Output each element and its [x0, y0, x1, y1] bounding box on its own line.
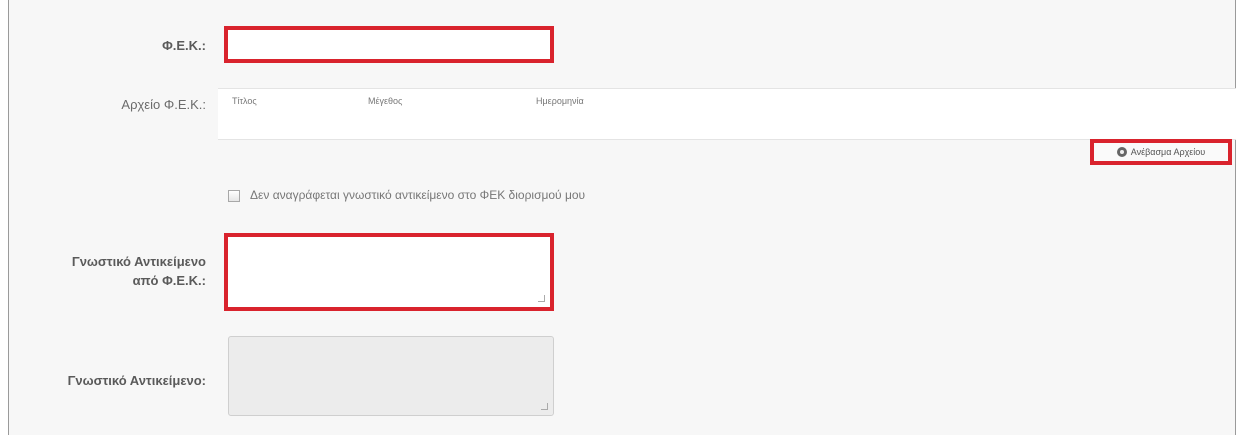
knowledge-textarea-disabled: [228, 336, 554, 416]
resize-handle-icon[interactable]: [538, 295, 545, 302]
column-header-date: Ημερομηνία: [536, 96, 584, 106]
knowledge-from-fek-textarea[interactable]: [224, 233, 554, 311]
fek-input[interactable]: [224, 26, 554, 63]
column-header-title: Τίτλος: [232, 96, 257, 106]
fek-files-table: Τίτλος Μέγεθος Ημερομηνία Ανέβασμα Αρχεί…: [218, 88, 1236, 165]
form-container: [8, 0, 1236, 435]
upload-file-button[interactable]: Ανέβασμα Αρχείου: [1090, 139, 1232, 165]
fek-label: Φ.Ε.Κ.:: [162, 38, 206, 53]
upload-icon: [1116, 147, 1127, 157]
knowledge-label: Γνωστικό Αντικείμενο:: [67, 373, 206, 388]
resize-handle-icon: [541, 403, 548, 410]
no-knowledge-object-checkbox-label: Δεν αναγράφεται γνωστικό αντικείμενο στο…: [250, 188, 586, 202]
column-header-size: Μέγεθος: [368, 96, 403, 106]
fek-file-label: Αρχείο Φ.Ε.Κ.:: [121, 97, 206, 112]
no-knowledge-object-checkbox[interactable]: [228, 190, 240, 202]
upload-file-button-label: Ανέβασμα Αρχείου: [1130, 147, 1206, 157]
knowledge-from-fek-label: Γνωστικό Αντικείμενο από Φ.Ε.Κ.:: [71, 254, 206, 288]
